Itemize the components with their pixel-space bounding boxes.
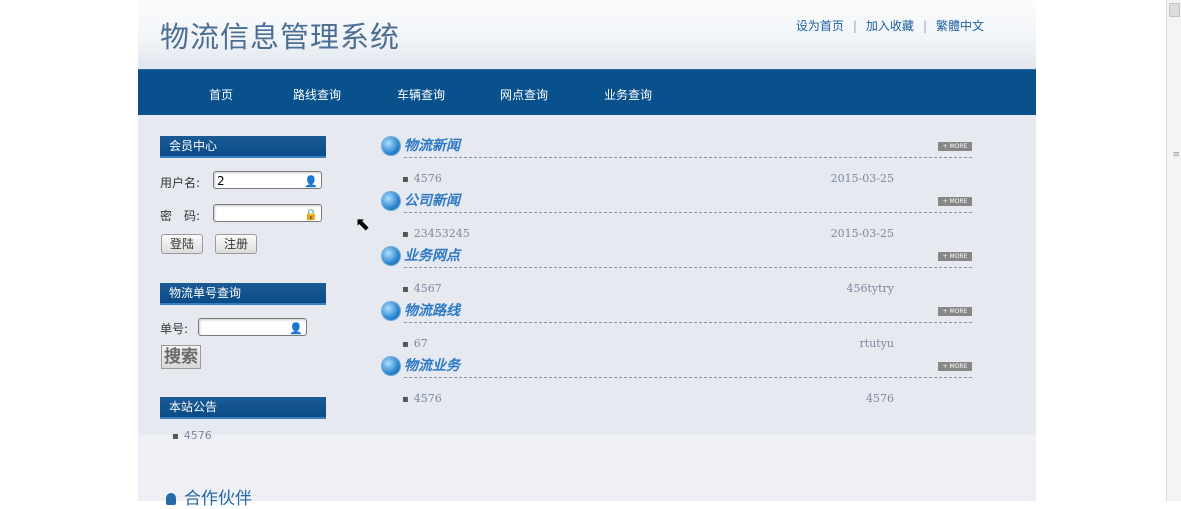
username-input[interactable]: 2 👤 — [213, 171, 322, 189]
top-links: 设为首页 | 加入收藏 | 繁體中文 — [796, 17, 984, 34]
section-title-text: 业务网点 — [404, 248, 460, 264]
person-icon — [166, 493, 176, 505]
nav-item-vehicle-query[interactable]: 车辆查询 — [397, 86, 445, 103]
section-title-text: 物流新闻 — [404, 138, 460, 154]
news-item[interactable]: ▪ 67 — [402, 337, 428, 350]
partners-heading: 合作伙伴 — [166, 484, 252, 509]
news-section-company-news: 公司新闻 + MORE ▪ 23453245 2015-03-25 — [382, 188, 1004, 243]
traditional-chinese-link[interactable]: 繁體中文 — [936, 19, 984, 33]
bullet-icon: ▪ — [402, 174, 409, 185]
globe-icon — [382, 137, 400, 155]
news-item[interactable]: ▪ 23453245 — [402, 227, 470, 240]
scroll-up-button[interactable] — [1169, 3, 1180, 17]
nav-item-outlet-query[interactable]: 网点查询 — [500, 86, 548, 103]
site-header: 物流信息管理系统 设为首页 | 加入收藏 | 繁體中文 — [138, 0, 1036, 69]
mouse-cursor-icon: ⬉ — [355, 214, 371, 235]
user-icon: 👤 — [304, 175, 318, 188]
dashed-divider — [404, 267, 972, 268]
news-section-business-outlets: 业务网点 + MORE ▪ 4567 456tytry — [382, 243, 1004, 298]
news-item-text: 4567 — [413, 282, 442, 295]
dashed-divider — [404, 377, 972, 378]
globe-icon — [382, 357, 400, 375]
main-nav: 首页 路线查询 车辆查询 网点查询 业务查询 — [138, 69, 1036, 116]
register-button[interactable]: 注册 — [215, 234, 258, 254]
news-date: 456tytry — [846, 282, 894, 295]
news-item[interactable]: ▪ 4576 — [402, 392, 442, 405]
search-button[interactable]: 搜索 — [161, 345, 201, 369]
username-value: 2 — [217, 174, 225, 188]
content-area: 会员中心 用户名: 2 👤 密 码: 🔒 登陆 注册 物流单号查询 单号: 👤 … — [138, 115, 1036, 442]
more-button[interactable]: + MORE — [938, 197, 972, 206]
bullet-icon: ▪ — [402, 394, 409, 405]
tracking-number-label: 单号: — [160, 322, 189, 336]
bullet-icon: ▪ — [402, 229, 409, 240]
news-date: 2015-03-25 — [830, 172, 894, 185]
more-button[interactable]: + MORE — [938, 252, 972, 261]
dashed-divider — [404, 212, 972, 213]
more-button[interactable]: + MORE — [938, 362, 972, 371]
partners-title: 合作伙伴 — [184, 489, 252, 509]
site-title: 物流信息管理系统 — [160, 20, 401, 54]
add-favorite-link[interactable]: 加入收藏 — [866, 19, 914, 33]
globe-icon — [382, 302, 400, 320]
globe-icon — [382, 247, 400, 265]
dashed-divider — [404, 322, 972, 323]
news-date: 2015-03-25 — [830, 227, 894, 240]
user-icon: 👤 — [289, 322, 303, 335]
section-title-text: 公司新闻 — [404, 193, 460, 209]
section-title: 物流业务 — [382, 355, 460, 377]
nav-item-route-query[interactable]: 路线查询 — [293, 86, 341, 103]
link-separator: | — [852, 19, 857, 33]
news-item[interactable]: ▪ 4576 — [402, 172, 442, 185]
login-button[interactable]: 登陆 — [161, 234, 204, 254]
password-label: 密 码: — [160, 209, 201, 223]
link-separator: | — [922, 19, 927, 33]
section-title: 物流路线 — [382, 300, 460, 322]
news-section-logistics-news: 物流新闻 + MORE ▪ 4576 2015-03-25 — [382, 133, 1004, 188]
news-item-text: 67 — [413, 337, 428, 350]
more-button[interactable]: + MORE — [938, 142, 972, 151]
section-title: 物流新闻 — [382, 135, 460, 157]
section-title-text: 物流业务 — [404, 358, 460, 374]
dashed-divider — [404, 157, 972, 158]
password-input[interactable]: 🔒 — [213, 204, 322, 222]
page-frame: 物流信息管理系统 设为首页 | 加入收藏 | 繁體中文 首页 路线查询 车辆查询 网点查… — [138, 0, 1036, 509]
news-item-text: 23453245 — [413, 227, 470, 240]
notice-item-text: 4576 — [183, 429, 212, 442]
username-label: 用户名: — [160, 176, 201, 190]
section-title: 业务网点 — [382, 245, 460, 267]
bullet-icon: ▪ — [402, 339, 409, 350]
news-section-logistics-routes: 物流路线 + MORE ▪ 67 rtutyu — [382, 298, 1004, 353]
globe-icon — [382, 192, 400, 210]
set-homepage-link[interactable]: 设为首页 — [796, 19, 844, 33]
scroll-grip-icon: ≡ — [1172, 150, 1180, 160]
news-item[interactable]: ▪ 4567 — [402, 282, 442, 295]
tracking-number-input[interactable]: 👤 — [198, 318, 307, 336]
news-date: 4576 — [866, 392, 894, 405]
more-button[interactable]: + MORE — [938, 307, 972, 316]
nav-item-home[interactable]: 首页 — [209, 86, 233, 103]
vertical-scrollbar[interactable]: ≡ — [1166, 0, 1181, 501]
bullet-icon: ▪ — [172, 431, 179, 442]
notice-item[interactable]: ▪ 4576 — [172, 429, 212, 442]
bullet-icon: ▪ — [402, 284, 409, 295]
news-item-text: 4576 — [413, 392, 442, 405]
section-title: 公司新闻 — [382, 190, 460, 212]
nav-item-business-query[interactable]: 业务查询 — [604, 86, 652, 103]
notice-heading: 本站公告 — [160, 397, 326, 419]
news-date: rtutyu — [859, 337, 894, 350]
section-title-text: 物流路线 — [404, 303, 460, 319]
tracking-heading: 物流单号查询 — [160, 283, 326, 305]
news-section-logistics-business: 物流业务 + MORE ▪ 4576 4576 — [382, 353, 1004, 408]
member-center-heading: 会员中心 — [160, 136, 326, 158]
lock-icon: 🔒 — [304, 208, 318, 221]
news-item-text: 4576 — [413, 172, 442, 185]
